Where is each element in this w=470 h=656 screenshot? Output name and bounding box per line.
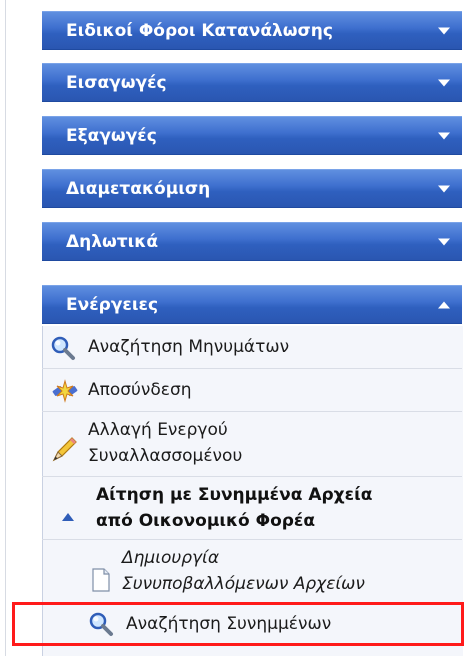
section-header-label: Ενέργειες [66,294,159,315]
chevron-down-icon [438,238,450,245]
section-header-actions[interactable]: Ενέργειες [42,285,462,324]
menu-item-create-attached-files[interactable]: Δημιουργία Συνυποβαλλόμενων Αρχείων [42,540,462,602]
disconnect-plug-icon [51,377,79,410]
submenu-header-label-line1: Αίτηση με Συνημμένα Αρχεία [96,485,373,505]
menu-item-label-line2: Συνυποβαλλόμενων Αρχείων [122,574,365,594]
document-icon [92,568,110,597]
menu-item-label-line1: Δημιουργία [122,548,220,568]
section-header-exports[interactable]: Εξαγωγές [42,116,462,155]
panel-left-border [5,0,6,656]
section-header-transit[interactable]: Διαμετακόμιση [42,169,462,208]
section-header-manifests[interactable]: Δηλωτικά [42,222,462,261]
submenu-header-label-line2: από Οικονομικό Φορέα [96,511,316,531]
section-header-excise-taxes[interactable]: Ειδικοί Φόροι Κατανάλωσης [42,11,462,50]
chevron-down-icon [438,185,450,192]
triangle-up-icon [62,506,74,526]
section-header-label: Εξαγωγές [66,125,157,146]
section-header-label: Ειδικοί Φόροι Κατανάλωσης [66,20,333,41]
section-header-label: Εισαγωγές [66,72,167,93]
section-header-label: Δηλωτικά [66,231,159,252]
section-header-label: Διαμετακόμιση [66,178,211,199]
chevron-up-icon [438,301,450,308]
menu-item-change-active-trader[interactable]: Αλλαγή Ενεργού Συναλλασσομένου [42,412,462,476]
pencil-icon [50,434,80,469]
chevron-down-icon [438,79,450,86]
magnifier-icon [50,335,76,366]
menu-item-label-line2: Συναλλασσομένου [88,446,243,466]
navigation-panel: Ειδικοί Φόροι Κατανάλωσης Εισαγωγές Εξαγ… [0,0,470,656]
menu-item-search-messages[interactable]: Αναζήτηση Μηνυμάτων [42,326,462,368]
chevron-down-icon [438,132,450,139]
section-header-imports[interactable]: Εισαγωγές [42,63,462,102]
menu-item-label: Αναζήτηση Μηνυμάτων [88,337,290,357]
menu-item-label-line1: Αλλαγή Ενεργού [88,420,228,440]
menu-item-label: Αποσύνδεση [88,380,192,400]
highlight-box [12,602,464,646]
chevron-down-icon [438,27,450,34]
menu-item-disconnect[interactable]: Αποσύνδεση [42,369,462,411]
submenu-header-attachments-request[interactable]: Αίτηση με Συνημμένα Αρχεία από Οικονομικ… [42,477,462,539]
